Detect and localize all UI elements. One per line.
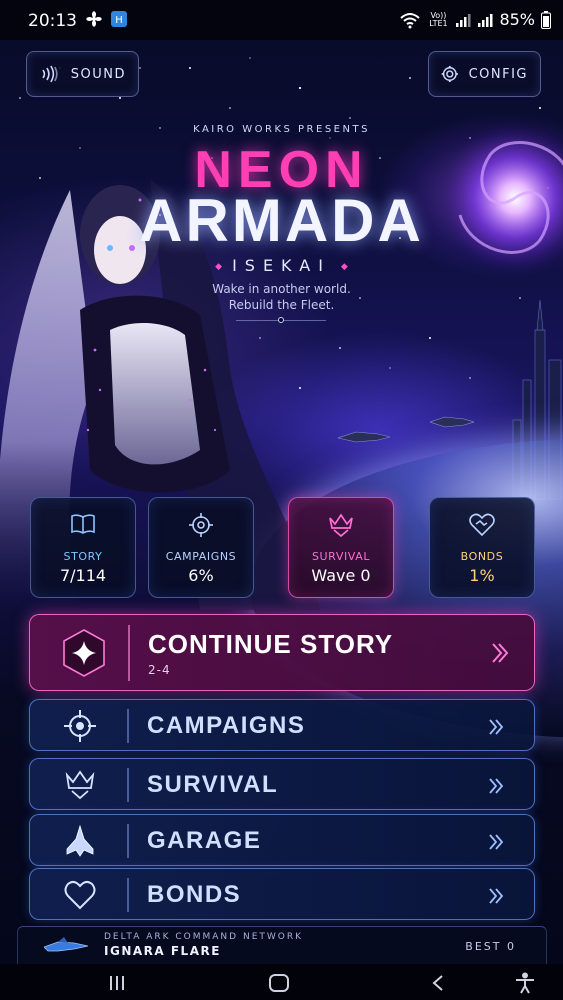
menu-divider (127, 824, 129, 858)
menu-divider (127, 878, 129, 912)
continue-title: CONTINUE STORY (148, 629, 394, 659)
network-type-label: Vo)) LTE1 (429, 10, 448, 28)
status-bar: 20:13 H Vo)) LTE1 85% (0, 0, 563, 40)
heart-icon (64, 880, 96, 910)
network-name: DELTA ARK COMMAND NETWORK (104, 932, 304, 942)
book-icon (71, 514, 95, 534)
stat-card-bonds[interactable]: BONDS 1% (429, 497, 535, 598)
crown-chevron-icon (65, 770, 95, 800)
stat-value: Wave 0 (311, 566, 371, 585)
double-chevron-right-icon (492, 643, 509, 663)
double-chevron-right-icon (489, 778, 504, 794)
double-chevron-right-icon (489, 719, 504, 735)
recent-apps-button[interactable] (104, 972, 130, 994)
double-chevron-right-icon (489, 888, 504, 904)
bonds-button[interactable]: BONDS (29, 868, 535, 920)
continue-story-button[interactable]: CONTINUE STORY 2-4 (29, 614, 535, 691)
system-nav-bar (0, 964, 563, 1000)
menu-divider (127, 768, 129, 802)
survival-button[interactable]: SURVIVAL (29, 758, 535, 810)
starship-illustration (338, 431, 390, 443)
publisher-credit: KAIRO WORKS PRESENTS (193, 124, 370, 135)
crown-chevron-icon (329, 513, 353, 538)
stat-value: 1% (469, 566, 495, 585)
heart-handshake-icon (469, 513, 495, 537)
continue-chapter: 2-4 (148, 663, 171, 677)
stat-card-story[interactable]: STORY 7/114 (30, 497, 136, 598)
campaigns-button[interactable]: CAMPAIGNS (29, 699, 535, 751)
app-screen: 20:13 H Vo)) LTE1 85% SOUND CONFIG KAIRO… (0, 0, 563, 1000)
game-title-line2: ARMADA (139, 187, 424, 254)
diamond-icon: ◆ (215, 261, 223, 272)
stat-card-campaigns[interactable]: CAMPAIGNS 6% (148, 497, 254, 598)
sparkle-hexagon-icon (63, 629, 105, 677)
pilot-name: IGNARA FLARE (104, 944, 221, 958)
home-icon (269, 974, 289, 992)
jet-icon (66, 825, 94, 857)
stat-card-survival[interactable]: SURVIVAL Wave 0 (288, 497, 394, 598)
starship-illustration (430, 416, 474, 428)
menu-label: CAMPAIGNS (147, 712, 306, 739)
home-button[interactable] (266, 972, 292, 994)
double-chevron-right-icon (489, 834, 504, 850)
sound-waves-icon (42, 65, 58, 83)
menu-label: SURVIVAL (147, 771, 279, 798)
recent-apps-icon (110, 976, 124, 990)
status-time: 20:13 (28, 11, 77, 31)
stat-label: BONDS (460, 550, 504, 563)
battery-icon (541, 10, 551, 29)
fan-icon (86, 11, 102, 27)
config-button[interactable]: CONFIG (428, 51, 541, 97)
tagline-line2: Rebuild the Fleet. (228, 298, 335, 312)
stat-value: 7/114 (59, 566, 107, 585)
crosshair-icon (64, 710, 96, 742)
menu-label: GARAGE (147, 827, 262, 854)
gear-icon (441, 65, 458, 83)
battery-percent: 85% (499, 10, 535, 29)
menu-divider (127, 709, 129, 743)
config-label: CONFIG (468, 66, 528, 82)
accessibility-button[interactable] (512, 972, 538, 994)
stat-label: STORY (63, 550, 103, 563)
sound-label: SOUND (70, 66, 126, 82)
subtitle-text: ISEKAI (232, 256, 331, 275)
tagline-line1: Wake in another world. (212, 282, 351, 296)
stat-label: SURVIVAL (311, 550, 371, 563)
stat-value: 6% (188, 566, 214, 585)
back-chevron-icon (432, 975, 443, 991)
continue-divider (128, 625, 130, 681)
command-footer: DELTA ARK COMMAND NETWORK IGNARA FLARE B… (17, 926, 547, 964)
garage-button[interactable]: GARAGE (29, 814, 535, 866)
target-icon (189, 513, 213, 537)
signal-icon-2 (478, 13, 493, 27)
diamond-icon: ◆ (340, 261, 348, 272)
wifi-icon (400, 12, 421, 28)
game-subtitle: ◆ ISEKAI ◆ (0, 256, 563, 275)
sound-button[interactable]: SOUND (26, 51, 139, 97)
best-score: BEST 0 (465, 940, 516, 953)
starship-icon (44, 937, 88, 952)
menu-label: BONDS (147, 881, 242, 908)
back-button[interactable] (426, 972, 450, 994)
svg-text:H: H (115, 15, 123, 26)
accessibility-icon (516, 972, 534, 994)
stat-label: CAMPAIGNS (165, 550, 237, 563)
app-icon: H (111, 11, 127, 27)
signal-icon (456, 13, 471, 27)
title-divider-dot (278, 317, 284, 323)
